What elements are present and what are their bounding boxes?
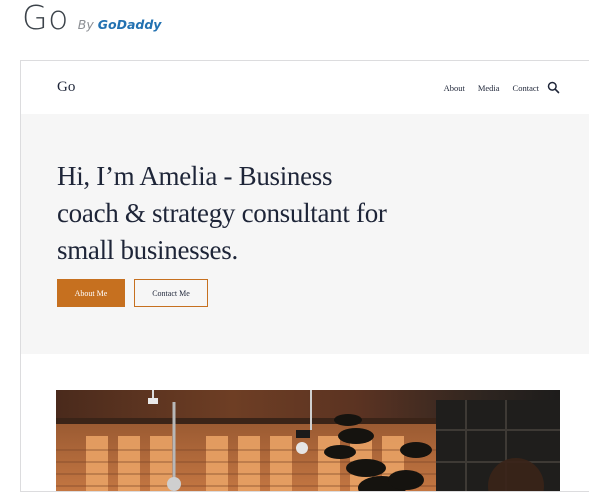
theme-name: Go: [22, 0, 69, 37]
theme-author-prefix: By: [77, 17, 94, 32]
theme-author-link[interactable]: GoDaddy: [98, 17, 162, 32]
nav-link-media[interactable]: Media: [478, 83, 500, 93]
hero-section: Hi, I’m Amelia - Business coach & strate…: [21, 114, 589, 354]
hero-heading: Hi, I’m Amelia - Business coach & strate…: [57, 161, 387, 265]
site-header: Go About Media Contact: [21, 61, 589, 114]
site-navigation: About Media Contact: [444, 83, 539, 93]
nav-link-about[interactable]: About: [444, 83, 465, 93]
theme-preview-frame: Go About Media Contact Hi, I’m Amelia - …: [20, 60, 589, 492]
contact-me-button[interactable]: Contact Me: [134, 279, 208, 307]
search-icon[interactable]: [547, 81, 560, 94]
hero-image: [56, 390, 560, 491]
nav-link-contact[interactable]: Contact: [513, 83, 539, 93]
theme-header: Go By GoDaddy: [22, 0, 161, 44]
about-me-button[interactable]: About Me: [57, 279, 125, 307]
site-title[interactable]: Go: [57, 79, 75, 96]
theme-author: By GoDaddy: [78, 17, 162, 32]
